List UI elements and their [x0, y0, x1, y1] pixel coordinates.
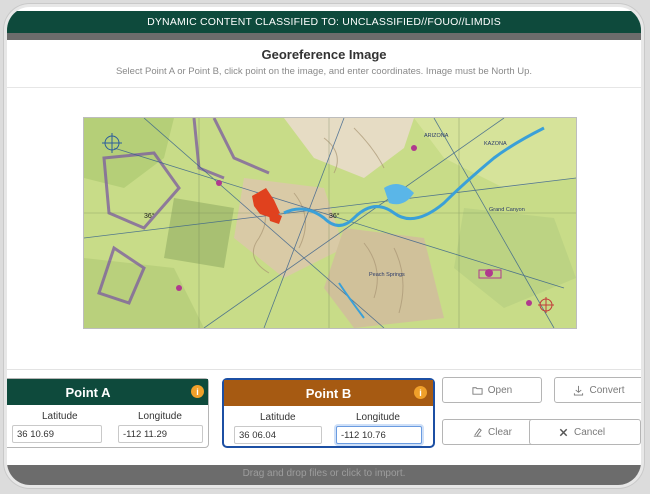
point-a-lat-label: Latitude [42, 411, 78, 422]
georeference-map-image[interactable]: ARIZONA KAZONA Grand Canyon Peach Spring… [83, 117, 577, 329]
modal-title: Georeference Image [261, 47, 387, 62]
map-label-lat36: 36° [144, 212, 155, 220]
eraser-icon [473, 427, 482, 437]
point-b-longitude-input[interactable] [336, 426, 422, 444]
open-button[interactable]: Open [442, 377, 542, 403]
point-b-title: Point B [305, 385, 352, 401]
point-a-header[interactable]: Point A i [7, 379, 208, 405]
point-a-latitude-input[interactable] [12, 425, 102, 443]
info-icon[interactable]: i [414, 386, 427, 399]
file-dropzone[interactable]: Drag and drop files or click to import. [7, 465, 641, 485]
close-icon [559, 428, 568, 436]
convert-label: Convert [589, 384, 625, 396]
banner-shadow [7, 33, 641, 40]
cancel-button[interactable]: Cancel [529, 419, 641, 445]
aeronautical-chart[interactable]: ARIZONA KAZONA Grand Canyon Peach Spring… [84, 118, 576, 328]
modal-subtitle: Select Point A or Point B, click point o… [115, 66, 533, 77]
info-icon[interactable]: i [191, 385, 204, 398]
folder-icon [472, 386, 483, 395]
modal-header: Georeference Image Select Point A or Poi… [7, 40, 641, 88]
point-b-lat-label: Latitude [260, 412, 296, 423]
cancel-label: Cancel [574, 426, 606, 438]
classification-banner: DYNAMIC CONTENT CLASSIFIED TO: UNCLASSIF… [7, 11, 641, 33]
point-b-header[interactable]: Point B i [224, 380, 433, 406]
classification-text: DYNAMIC CONTENT CLASSIFIED TO: UNCLASSIF… [147, 16, 501, 28]
point-a-lon-label: Longitude [138, 411, 182, 422]
open-label: Open [487, 384, 513, 396]
point-b-card[interactable]: Point B i Latitude Longitude [222, 378, 435, 448]
map-label-peach-springs: Peach Springs [369, 272, 405, 278]
download-icon [574, 385, 584, 396]
point-a-title: Point A [65, 384, 111, 400]
point-b-latitude-input[interactable] [234, 426, 322, 444]
clear-label: Clear [488, 426, 512, 438]
clear-button[interactable]: Clear [442, 419, 542, 445]
map-label-grand-canyon: Grand Canyon [489, 207, 525, 213]
dropzone-text: Drag and drop files or click to import. [242, 468, 406, 479]
convert-button[interactable]: Convert [554, 377, 641, 403]
app-window: DYNAMIC CONTENT CLASSIFIED TO: UNCLASSIF… [4, 4, 644, 488]
map-label-lat36-center: 36° [329, 212, 340, 220]
point-a-longitude-input[interactable] [118, 425, 203, 443]
point-a-card[interactable]: Point A i Latitude Longitude [7, 378, 209, 448]
map-label-kazona: KAZONA [484, 141, 507, 147]
section-divider [7, 369, 641, 370]
point-b-lon-label: Longitude [356, 412, 400, 423]
map-label-arizona: ARIZONA [424, 133, 449, 139]
